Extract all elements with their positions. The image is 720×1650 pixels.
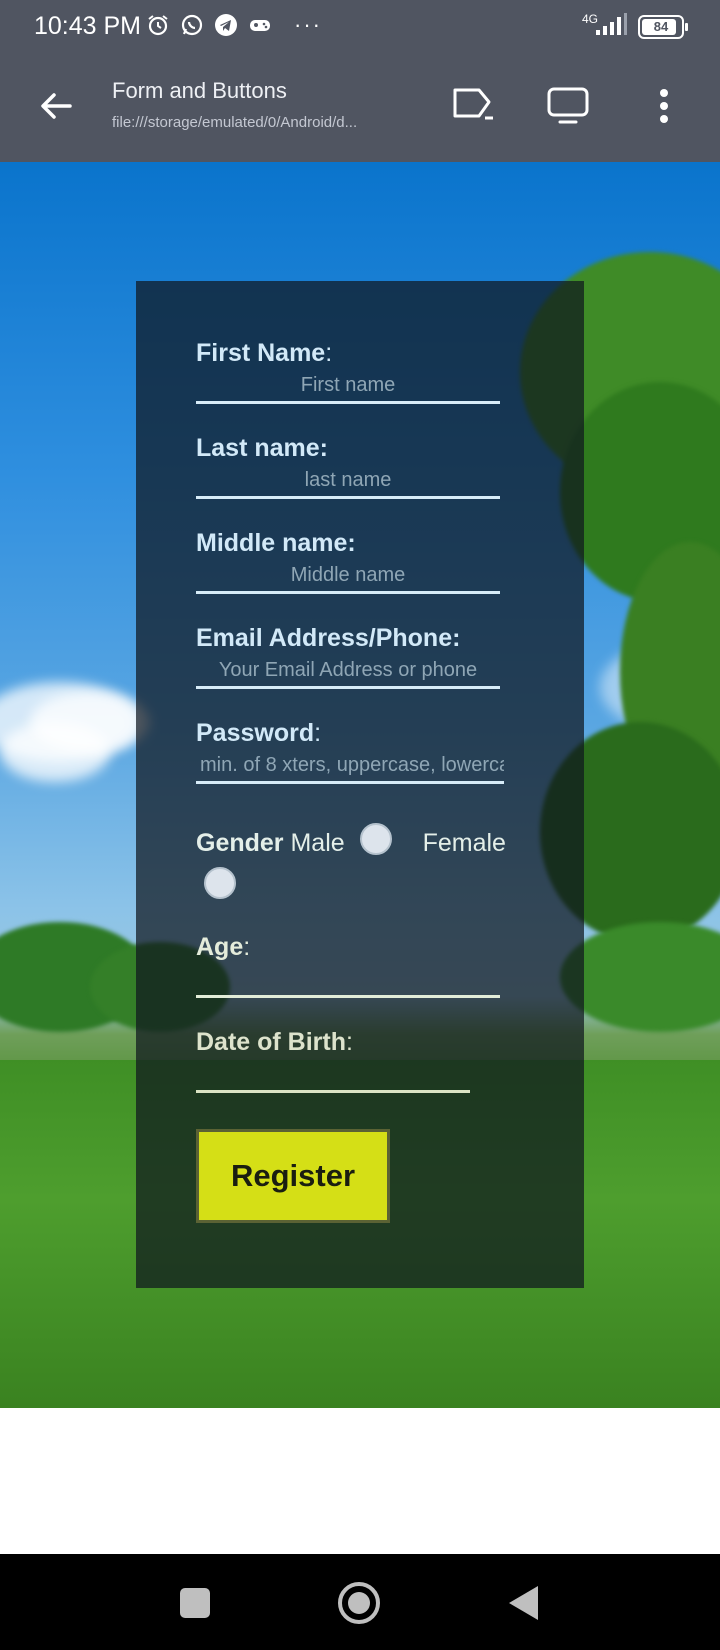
back-arrow-icon [41,93,72,119]
more-notifications-icon: ··· [294,12,322,37]
more-vertical-icon [660,89,668,123]
middle-name-label: Middle name: [196,529,356,557]
triangle-back-icon [509,1586,538,1620]
desktop-mode-button[interactable] [542,80,594,132]
email-input[interactable] [196,654,500,689]
back-button[interactable] [34,84,78,128]
first-name-input[interactable] [196,369,500,404]
system-navigation-bar [0,1554,720,1650]
alarm-icon [146,13,170,37]
age-input[interactable] [196,963,500,998]
last-name-input[interactable] [196,464,500,499]
signal-icon [594,12,628,41]
whatsapp-icon [180,13,204,37]
middle-name-input[interactable] [196,559,500,594]
browser-chrome: 10:43 PM ··· 4G 84 Form and Buttons file… [0,0,720,162]
cast-button[interactable] [446,80,498,132]
telegram-icon [214,13,238,37]
home-circle-icon [338,1582,380,1624]
notification-icons: ··· [146,12,322,38]
dob-input[interactable] [196,1058,470,1093]
network-type: 4G [581,11,598,26]
cast-icon [453,88,493,120]
dob-label: Date of Birth: [196,1028,353,1056]
back-nav-button[interactable] [500,1580,546,1626]
password-label: Password: [196,719,322,747]
first-name-label: First Name: [196,339,333,367]
female-label: Female [422,829,506,857]
status-bar: 10:43 PM ··· 4G 84 [0,0,720,56]
status-time: 10:43 PM [34,12,142,40]
battery-icon: 84 [638,14,688,39]
home-button[interactable] [336,1580,382,1626]
female-radio[interactable] [204,867,236,899]
page-title: Form and Buttons [112,78,287,103]
register-button[interactable]: Register [196,1129,390,1223]
password-input[interactable] [196,749,504,784]
overflow-menu-button[interactable] [638,80,690,132]
browser-toolbar: Form and Buttons file:///storage/emulate… [0,56,720,162]
gender-label: Gender [196,829,284,857]
system-status-icons: 4G 84 [581,11,688,41]
last-name-label: Last name: [196,434,328,462]
male-radio[interactable] [360,823,392,855]
page-url[interactable]: file:///storage/emulated/0/Android/d... [112,114,392,131]
square-icon [180,1588,210,1618]
recents-button[interactable] [172,1580,218,1626]
age-label: Age: [196,933,251,961]
gender-row: Gender Male Female [196,829,506,858]
male-label: Male [290,829,345,857]
email-label: Email Address/Phone: [196,624,461,652]
monitor-icon [547,87,589,124]
registration-form: First Name: Last name: Middle name: Emai… [136,281,584,1288]
game-icon [248,13,272,37]
